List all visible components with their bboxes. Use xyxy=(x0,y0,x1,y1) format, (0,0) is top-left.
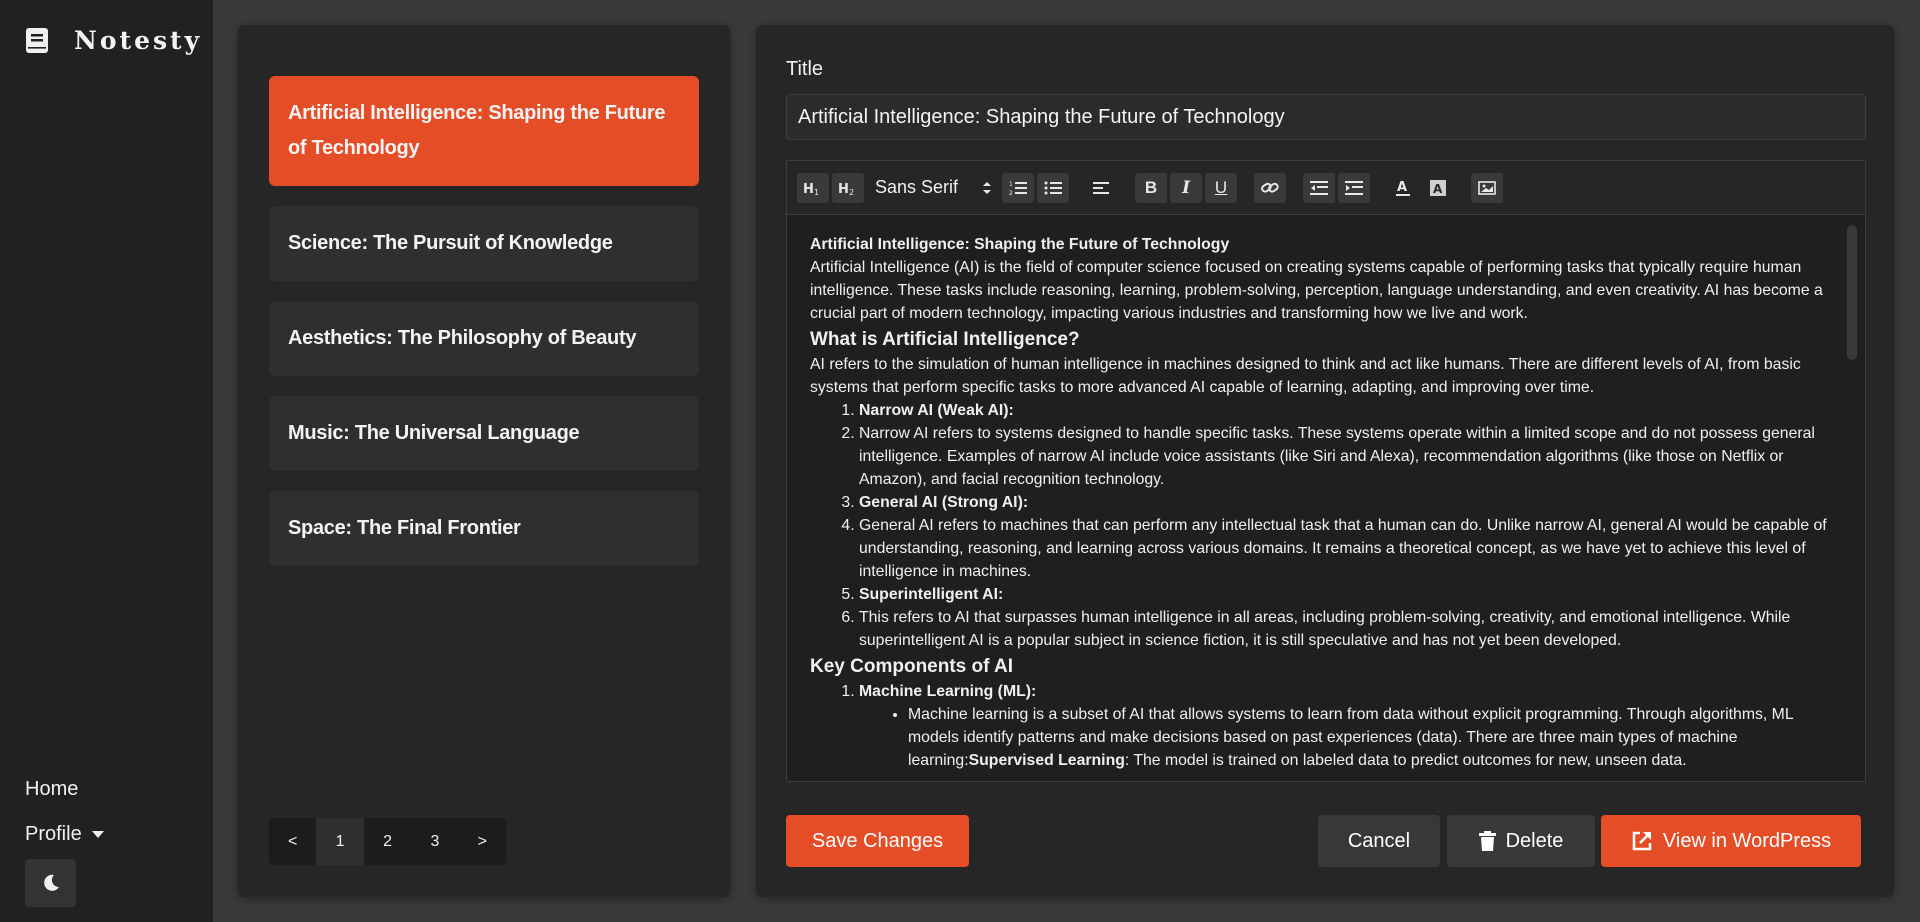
editor-toolbar: H1 H2 Sans Serif 12 B I U A A xyxy=(786,160,1866,214)
link-icon[interactable] xyxy=(1254,172,1287,203)
note-card-aesthetics[interactable]: Aesthetics: The Philosophy of Beauty xyxy=(269,301,699,376)
svg-text:H: H xyxy=(838,182,849,196)
brand[interactable]: Notesty xyxy=(25,26,202,55)
nav-profile-label: Profile xyxy=(25,823,82,845)
moon-icon xyxy=(43,874,59,891)
bullet-list-icon[interactable] xyxy=(1037,172,1070,203)
note-card-space[interactable]: Space: The Final Frontier xyxy=(269,491,699,566)
nav-profile-dropdown[interactable]: Profile xyxy=(25,823,104,846)
image-icon[interactable] xyxy=(1471,172,1504,203)
svg-text:A: A xyxy=(1433,182,1443,196)
title-label: Title xyxy=(786,58,824,80)
save-changes-button[interactable]: Save Changes xyxy=(786,815,969,867)
svg-text:2: 2 xyxy=(849,188,854,196)
pagination-page-2[interactable]: 2 xyxy=(364,818,411,865)
align-left-icon[interactable] xyxy=(1086,173,1118,203)
font-family-value: Sans Serif xyxy=(875,177,959,197)
notes-list-panel: Artificial Intelligence: Shaping the Fut… xyxy=(238,25,730,897)
sidebar: Notesty Home Profile xyxy=(0,0,213,922)
svg-text:A: A xyxy=(1397,180,1407,195)
pagination-prev[interactable]: < xyxy=(269,818,316,865)
list-item: Superintelligent AI: xyxy=(859,583,1835,606)
save-changes-label: Save Changes xyxy=(811,829,944,852)
view-in-wordpress-button[interactable]: View in WordPress xyxy=(1601,815,1861,867)
content-p-what: AI refers to the simulation of human int… xyxy=(810,356,1801,396)
caret-down-icon xyxy=(91,831,104,838)
trash-icon xyxy=(1478,831,1496,851)
editor-content[interactable]: Artificial Intelligence: Shaping the Fut… xyxy=(786,214,1866,782)
components-list: Machine Learning (ML): Machine learning … xyxy=(810,680,1835,772)
underline-icon[interactable]: U xyxy=(1205,172,1238,203)
pagination-page-1[interactable]: 1 xyxy=(316,818,364,865)
select-arrows-icon xyxy=(983,181,992,194)
list-item: General AI refers to machines that can p… xyxy=(859,514,1835,583)
list-item: Narrow AI refers to systems designed to … xyxy=(859,422,1835,491)
cancel-button[interactable]: Cancel xyxy=(1318,815,1440,867)
delete-label: Delete xyxy=(1505,829,1564,852)
editor-panel: Title H1 H2 Sans Serif 12 B I U xyxy=(756,25,1894,897)
font-family-select[interactable]: Sans Serif xyxy=(867,177,1002,198)
text-color-icon[interactable]: A xyxy=(1387,173,1419,203)
theme-toggle-button[interactable] xyxy=(25,859,76,907)
svg-text:1: 1 xyxy=(814,188,819,196)
notebook-icon xyxy=(26,28,48,53)
ml-sublist: Machine learning is a subset of AI that … xyxy=(859,703,1835,772)
external-link-icon xyxy=(1632,831,1652,851)
list-item: Machine learning is a subset of AI that … xyxy=(908,703,1835,772)
heading2-icon[interactable]: H2 xyxy=(832,172,864,203)
highlight-color-icon[interactable]: A xyxy=(1422,173,1454,203)
italic-icon[interactable]: I xyxy=(1170,172,1203,203)
list-item: Machine Learning (ML): Machine learning … xyxy=(859,680,1835,772)
cancel-label: Cancel xyxy=(1347,829,1411,852)
outdent-icon[interactable] xyxy=(1303,172,1336,203)
svg-text:H: H xyxy=(803,182,814,196)
list-item: Narrow AI (Weak AI): xyxy=(859,399,1835,422)
list-item: This refers to AI that surpasses human i… xyxy=(859,606,1835,652)
content-heading: Artificial Intelligence: Shaping the Fut… xyxy=(810,236,1230,253)
svg-text:1: 1 xyxy=(1009,181,1013,188)
content-h-what: What is Artificial Intelligence? xyxy=(810,329,1080,350)
svg-text:2: 2 xyxy=(1009,190,1013,196)
note-card-music[interactable]: Music: The Universal Language xyxy=(269,396,699,471)
view-in-wordpress-label: View in WordPress xyxy=(1662,829,1832,852)
content-h-key: Key Components of AI xyxy=(810,656,1014,677)
note-card-ai[interactable]: Artificial Intelligence: Shaping the Fut… xyxy=(269,76,699,186)
title-input[interactable] xyxy=(786,94,1866,140)
ordered-list-icon[interactable]: 12 xyxy=(1002,172,1035,203)
note-card-science[interactable]: Science: The Pursuit of Knowledge xyxy=(269,206,699,281)
content-scrollbar[interactable] xyxy=(1847,225,1857,360)
nav-home-link[interactable]: Home xyxy=(25,778,78,801)
indent-icon[interactable] xyxy=(1338,172,1371,203)
brand-name: Notesty xyxy=(74,26,203,55)
list-item: General AI (Strong AI): xyxy=(859,491,1835,514)
pagination-next[interactable]: > xyxy=(459,818,506,865)
delete-button[interactable]: Delete xyxy=(1447,815,1595,867)
bold-icon[interactable]: B xyxy=(1135,172,1168,203)
pagination: < 1 2 3 > xyxy=(269,818,506,865)
heading1-icon[interactable]: H1 xyxy=(797,172,829,203)
content-intro: Artificial Intelligence (AI) is the fiel… xyxy=(810,259,1823,322)
ai-types-list: Narrow AI (Weak AI): Narrow AI refers to… xyxy=(810,399,1835,652)
pagination-page-3[interactable]: 3 xyxy=(411,818,458,865)
